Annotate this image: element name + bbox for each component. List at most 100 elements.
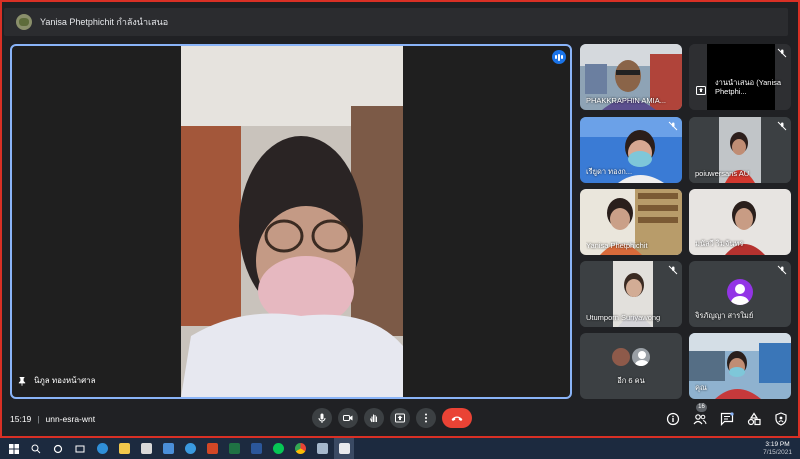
taskbar-app-store[interactable] (136, 438, 156, 459)
taskbar-app-line[interactable] (268, 438, 288, 459)
participant-tile[interactable]: poiuwersans AU (689, 117, 791, 183)
presenting-text: Yanisa Phetphichit กำลังนำเสนอ (40, 17, 169, 27)
task-view-button[interactable] (70, 438, 90, 459)
activities-button[interactable] (747, 412, 761, 426)
word-icon (250, 443, 262, 454)
more-options-button[interactable] (416, 408, 436, 428)
folder-icon (118, 443, 130, 454)
taskbar-app-active[interactable] (334, 438, 354, 459)
cortana-button[interactable] (48, 438, 68, 459)
leave-call-button[interactable] (442, 408, 472, 428)
presentation-preview (689, 44, 791, 110)
taskbar-app-paint[interactable] (312, 438, 332, 459)
present-screen-icon (696, 86, 706, 95)
cortana-icon (53, 444, 63, 453)
chat-button[interactable] (720, 412, 734, 426)
participant-tile[interactable]: PHAKKRAPHIN AMIA... (580, 44, 682, 110)
more-participants-tile[interactable]: อีก 6 คน (580, 333, 682, 399)
more-avatar-2 (631, 347, 651, 367)
mic-off-icon (668, 121, 678, 131)
windows-icon (9, 443, 19, 454)
self-tile[interactable]: คุณ (689, 333, 791, 399)
main-speaker-video (181, 46, 403, 397)
more-participants-label: อีก 6 คน (617, 376, 645, 385)
taskbar-date: 7/15/2021 (763, 449, 792, 456)
presentation-tile[interactable]: งานนำเสนอ (Yanisa Phetphi... (689, 44, 791, 110)
camera-button[interactable] (338, 408, 358, 428)
mic-off-icon (777, 265, 787, 275)
participant-tile[interactable]: เรียูดา ทองก... (580, 117, 682, 183)
present-icon (395, 413, 405, 423)
taskbar-app-chrome[interactable] (290, 438, 310, 459)
edge-icon (96, 443, 108, 454)
task-view-icon (75, 445, 85, 452)
shield-icon (775, 412, 787, 426)
taskbar-app-powerpoint[interactable] (202, 438, 222, 459)
presentation-name: งานนำเสนอ (Yanisa Phetphi... (715, 78, 782, 96)
participants-button[interactable]: 16 (693, 403, 707, 426)
meeting-details-button[interactable] (666, 412, 680, 426)
participant-name: มนัสวี ริมจันทร (695, 239, 744, 248)
presenting-banner: Yanisa Phetphichit กำลังนำเสนอ (4, 8, 788, 36)
hang-up-icon (451, 416, 463, 421)
meeting-time: 15:19 (10, 414, 32, 424)
participant-tile[interactable]: Utumporn Suriyawong (580, 261, 682, 327)
main-speaker-name: นิภูล ทองหน้าศาล (18, 374, 96, 387)
participant-tile[interactable]: มนัสวี ริมจันทร (689, 189, 791, 255)
host-controls-button[interactable] (774, 412, 788, 426)
participant-name: เรียูดา ทองก... (586, 167, 633, 176)
line-icon (272, 443, 284, 454)
microphone-button[interactable] (312, 408, 332, 428)
start-button[interactable] (4, 438, 24, 459)
participant-tile[interactable]: Yanisa Phetphichit (580, 189, 682, 255)
activities-icon (747, 412, 761, 426)
present-now-button[interactable] (390, 408, 410, 428)
participant-tile[interactable]: จิรภัญญา สารใมย์ (689, 261, 791, 327)
main-speaker-tile[interactable]: นิภูล ทองหน้าศาล (10, 44, 572, 399)
ie-icon (184, 443, 196, 454)
store-icon (140, 443, 152, 454)
participant-avatar (727, 279, 753, 305)
taskbar-app-explorer[interactable] (114, 438, 134, 459)
powerpoint-icon (206, 443, 218, 454)
microphone-icon (318, 413, 326, 423)
camera-icon (343, 415, 353, 421)
taskbar-app-mail[interactable] (158, 438, 178, 459)
app-icon (338, 443, 350, 454)
participant-name: จิรภัญญา สารใมย์ (695, 311, 754, 320)
presenter-avatar (16, 14, 32, 30)
hand-icon (370, 414, 377, 423)
info-icon (666, 412, 680, 426)
raise-hand-button[interactable] (364, 408, 384, 428)
people-icon (693, 414, 707, 425)
taskbar-app-excel[interactable] (224, 438, 244, 459)
excel-icon (228, 443, 240, 454)
taskbar-app-ie[interactable] (180, 438, 200, 459)
participant-name: PHAKKRAPHIN AMIA... (586, 96, 667, 105)
taskbar-app-word[interactable] (246, 438, 266, 459)
self-name: คุณ (695, 383, 707, 392)
search-icon (31, 444, 41, 453)
mic-off-icon (777, 48, 787, 58)
windows-taskbar: 3:19 PM 7/15/2021 (0, 438, 800, 459)
meeting-code: unn-esra-wnt (45, 414, 96, 424)
chrome-icon (294, 443, 306, 454)
participants-count-badge: 16 (696, 403, 707, 412)
participant-name: Utumporn Suriyawong (586, 313, 661, 322)
mic-off-icon (777, 121, 787, 131)
participant-name: poiuwersans AU (695, 169, 750, 178)
meeting-info: 15:19 | unn-esra-wnt (10, 414, 96, 424)
taskbar-clock[interactable]: 3:19 PM 7/15/2021 (763, 441, 792, 457)
meeting-controls-bar: 15:19 | unn-esra-wnt 16 (4, 403, 792, 436)
more-vert-icon (425, 413, 427, 423)
taskbar-search-button[interactable] (26, 438, 46, 459)
taskbar-time: 3:19 PM (765, 441, 790, 448)
speaking-indicator-icon (552, 50, 566, 64)
pin-icon[interactable] (18, 376, 26, 386)
taskbar-app-edge[interactable] (92, 438, 112, 459)
paint-icon (316, 443, 328, 454)
mail-icon (162, 443, 174, 454)
more-avatar-1 (611, 347, 631, 367)
chat-icon (720, 412, 734, 426)
mic-off-icon (668, 265, 678, 275)
